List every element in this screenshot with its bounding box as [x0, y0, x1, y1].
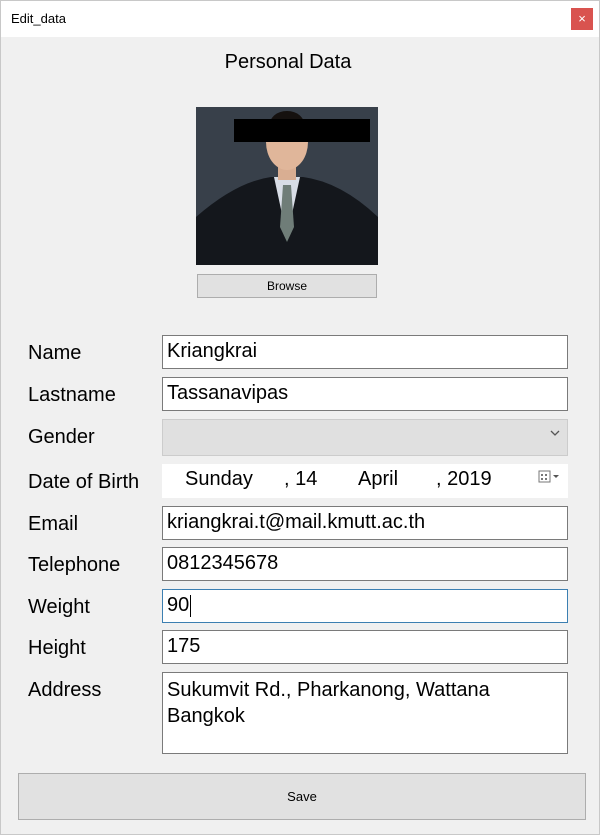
save-button[interactable]: Save: [18, 773, 586, 820]
weight-field[interactable]: 90: [162, 589, 568, 623]
address-line-1: Sukumvit Rd., Pharkanong, Wattana: [167, 679, 490, 701]
weight-value: 90: [167, 594, 190, 616]
address-field[interactable]: Sukumvit Rd., Pharkanong, Wattana Bangko…: [162, 672, 568, 754]
email-label: Email: [28, 513, 79, 535]
lastname-label: Lastname: [28, 384, 116, 406]
calendar-icon[interactable]: [538, 468, 560, 484]
telephone-label: Telephone: [28, 554, 121, 576]
address-label: Address: [28, 679, 102, 701]
dob-year[interactable]: , 2019: [436, 468, 492, 491]
height-label: Height: [28, 637, 86, 659]
weight-label: Weight: [28, 596, 90, 618]
telephone-field[interactable]: 0812345678: [162, 547, 568, 581]
page-title: Personal Data: [224, 51, 352, 73]
gender-label: Gender: [28, 426, 95, 448]
title-bar: Edit_data ×: [1, 1, 599, 37]
dob-weekday[interactable]: Sunday: [185, 468, 253, 491]
dob-picker[interactable]: Sunday , 14 April , 2019: [162, 464, 568, 498]
lastname-field[interactable]: Tassanavipas: [162, 377, 568, 411]
close-button[interactable]: ×: [571, 8, 593, 30]
chevron-down-icon: [549, 426, 561, 442]
address-line-2: Bangkok: [167, 705, 245, 727]
gender-select[interactable]: [162, 419, 568, 456]
email-field[interactable]: kriangkrai.t@mail.kmutt.ac.th: [162, 506, 568, 540]
window-title: Edit_data: [11, 11, 66, 26]
name-field[interactable]: Kriangkrai: [162, 335, 568, 369]
text-caret: [190, 594, 192, 617]
height-field[interactable]: 175: [162, 630, 568, 664]
dob-month[interactable]: April: [358, 468, 398, 491]
profile-photo: [196, 107, 378, 265]
dob-label: Date of Birth: [28, 471, 140, 493]
dob-day[interactable]: , 14: [284, 468, 317, 491]
edit-data-window: Edit_data × Personal Data Browse Name Kr…: [0, 0, 600, 835]
browse-button[interactable]: Browse: [197, 274, 377, 298]
name-label: Name: [28, 342, 82, 364]
